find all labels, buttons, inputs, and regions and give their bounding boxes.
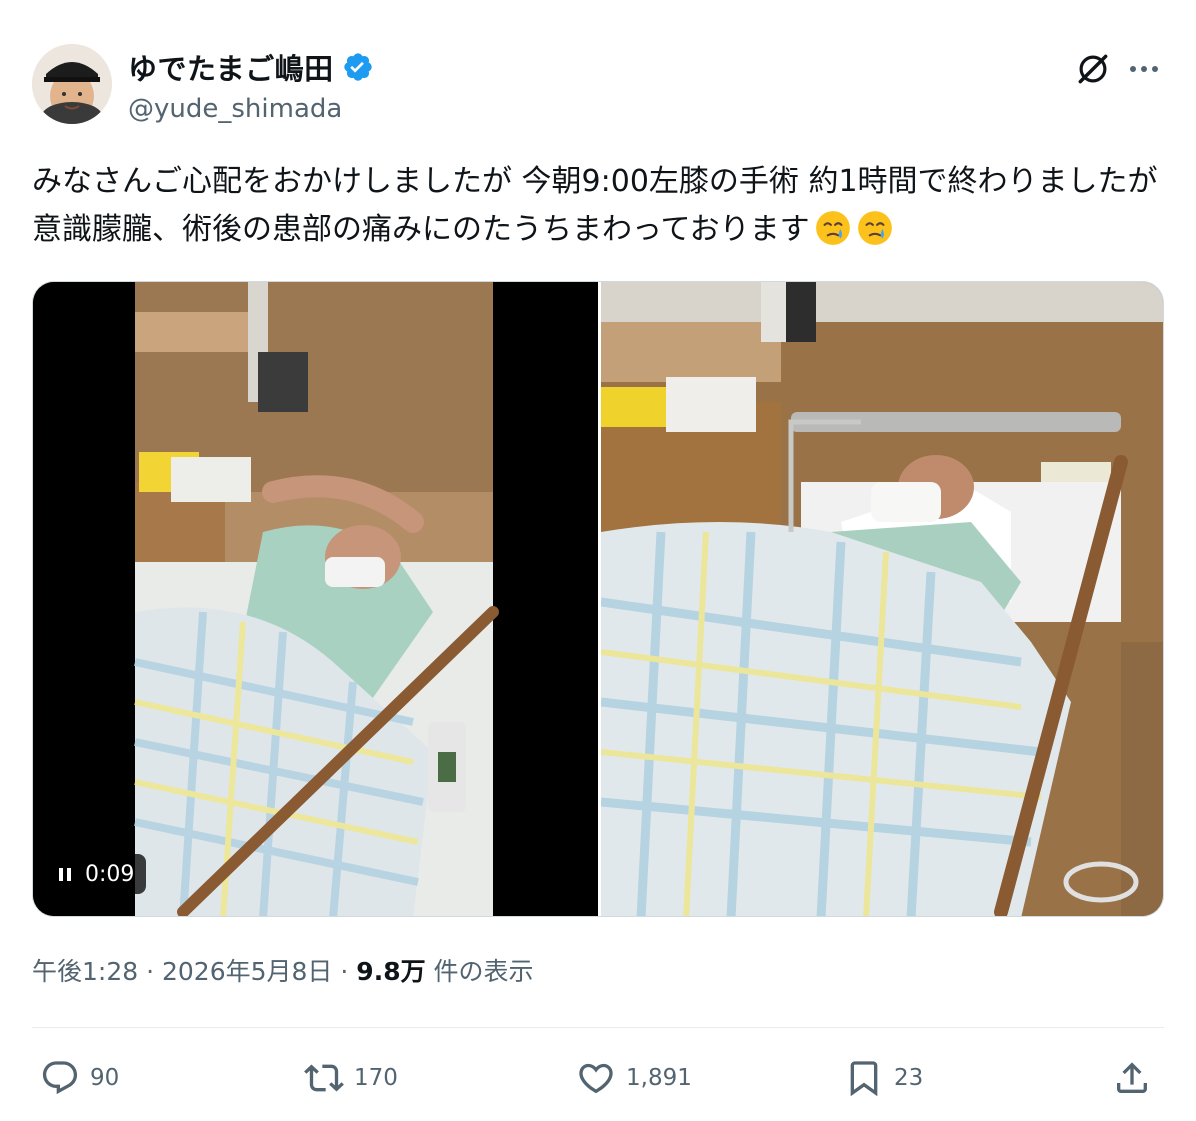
tweet-header: ゆでたまご嶋田 @yude_shimada	[32, 44, 1164, 128]
handle[interactable]: @yude_shimada	[128, 94, 374, 124]
bookmark-count: 23	[894, 1065, 924, 1091]
media-grid: 0:09	[32, 281, 1164, 917]
meta-separator: ·	[340, 957, 349, 986]
face-holding-back-tears-icon	[815, 211, 850, 245]
verified-badge-icon[interactable]	[342, 51, 374, 83]
views-label[interactable]: 件の表示	[434, 957, 534, 986]
author-names: ゆでたまご嶋田 @yude_shimada	[128, 48, 374, 124]
video-player[interactable]: 0:09	[33, 282, 598, 916]
video-frame	[33, 282, 598, 916]
repost-button[interactable]: 170	[304, 1054, 398, 1102]
meta-separator: ·	[146, 957, 155, 986]
photo-frame	[601, 282, 1163, 916]
reply-icon	[42, 1061, 78, 1095]
share-button[interactable]	[1112, 1054, 1152, 1102]
grok-icon[interactable]	[1074, 50, 1112, 88]
share-icon	[1117, 1062, 1147, 1093]
photo[interactable]	[601, 282, 1163, 916]
repost-count: 170	[354, 1065, 398, 1091]
tweet-meta: 午後1:28 · 2026年5月8日 · 9.8万 件の表示	[32, 952, 534, 988]
bookmark-icon	[850, 1061, 878, 1097]
reply-button[interactable]: 90	[40, 1054, 119, 1102]
avatar[interactable]	[32, 44, 112, 124]
views-count[interactable]: 9.8万	[356, 957, 425, 986]
bookmark-button[interactable]: 23	[844, 1054, 923, 1102]
action-bar: 90 170 1,891 23	[32, 1054, 1164, 1102]
display-name-row: ゆでたまご嶋田	[128, 48, 374, 86]
tweet-text: みなさんご心配をおかけしましたが 今朝9:00左膝の手術 約1時間で終わりました…	[32, 158, 1168, 254]
tweet-time[interactable]: 午後1:28	[32, 957, 138, 986]
display-name[interactable]: ゆでたまご嶋田	[128, 46, 334, 88]
divider	[32, 1027, 1164, 1028]
repost-icon	[304, 1064, 344, 1092]
video-time-badge[interactable]: 0:09	[47, 854, 147, 894]
more-options-icon[interactable]	[1124, 50, 1164, 88]
tweet-date[interactable]: 2026年5月8日	[162, 957, 332, 986]
reply-count: 90	[90, 1065, 120, 1091]
like-count: 1,891	[626, 1065, 692, 1091]
tweet-body: みなさんご心配をおかけしましたが 今朝9:00左膝の手術 約1時間で終わりました…	[32, 164, 1158, 247]
pause-icon[interactable]	[59, 867, 71, 881]
video-time: 0:09	[85, 861, 135, 887]
like-button[interactable]: 1,891	[576, 1054, 692, 1102]
heart-icon	[579, 1063, 613, 1094]
face-holding-back-tears-icon	[857, 211, 892, 245]
